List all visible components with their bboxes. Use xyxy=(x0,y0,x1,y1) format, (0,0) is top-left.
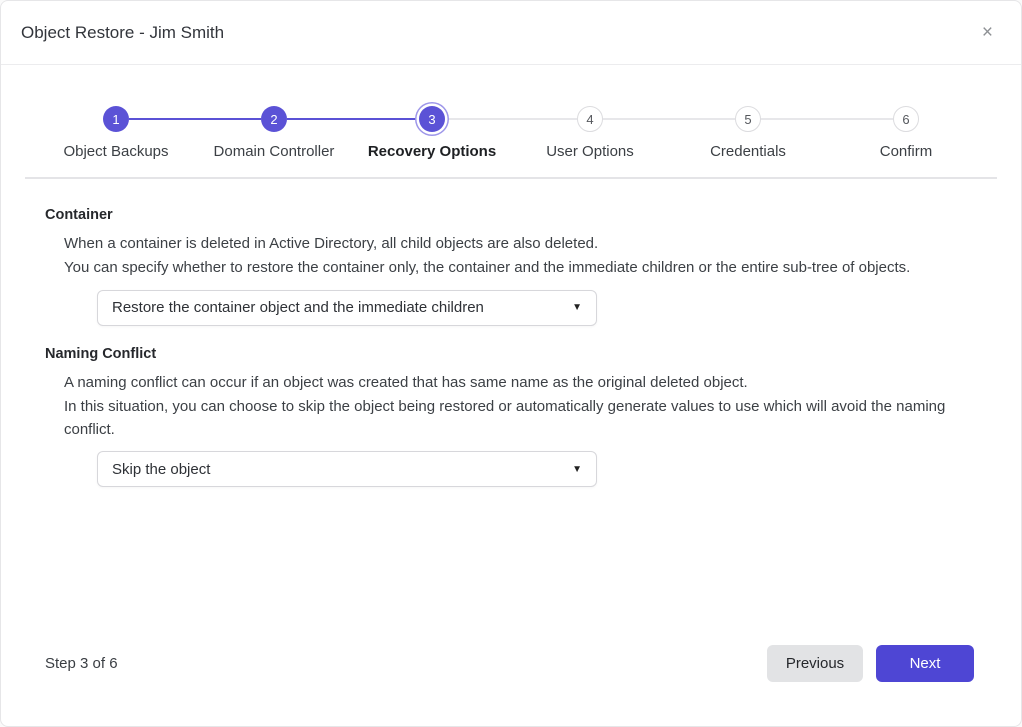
caret-down-icon: ▼ xyxy=(572,302,582,313)
step-circle-2[interactable]: 2 xyxy=(261,106,287,132)
step-label-2: Domain Controller xyxy=(214,143,335,160)
step-domain-controller: 2 Domain Controller xyxy=(195,106,353,160)
container-mode-dropdown[interactable]: Restore the container object and the imm… xyxy=(97,290,597,326)
step-label-4: User Options xyxy=(546,143,634,160)
object-restore-dialog: Object Restore - Jim Smith × 1 Object Ba… xyxy=(0,0,1022,727)
dialog-footer: Step 3 of 6 Previous Next xyxy=(1,645,1021,726)
container-section: Container When a container is deleted in… xyxy=(45,207,977,326)
step-connector xyxy=(603,118,669,120)
step-connector xyxy=(129,118,195,120)
step-recovery-options: 3 Recovery Options xyxy=(353,106,511,160)
step-connector xyxy=(669,118,735,120)
container-mode-value: Restore the container object and the imm… xyxy=(112,299,484,316)
step-user-options: 4 User Options xyxy=(511,106,669,160)
step-credentials: 5 Credentials xyxy=(669,106,827,160)
step-connector xyxy=(761,118,827,120)
container-heading: Container xyxy=(45,207,977,223)
naming-conflict-heading: Naming Conflict xyxy=(45,346,977,362)
step-circle-1[interactable]: 1 xyxy=(103,106,129,132)
dialog-title: Object Restore - Jim Smith xyxy=(21,23,224,43)
naming-conflict-description-line: In this situation, you can choose to ski… xyxy=(45,395,977,442)
step-circle-3[interactable]: 3 xyxy=(419,106,445,132)
step-circle-6[interactable]: 6 xyxy=(893,106,919,132)
step-connector xyxy=(827,118,893,120)
step-label-6: Confirm xyxy=(880,143,933,160)
container-description-line: You can specify whether to restore the c… xyxy=(45,256,977,279)
wizard-stepper: 1 Object Backups 2 Domain Controller 3 R… xyxy=(37,106,985,160)
previous-button[interactable]: Previous xyxy=(767,645,863,682)
step-connector xyxy=(511,118,577,120)
caret-down-icon: ▼ xyxy=(572,464,582,475)
naming-conflict-section: Naming Conflict A naming conflict can oc… xyxy=(45,346,977,488)
wizard-content: Container When a container is deleted in… xyxy=(1,179,1021,645)
step-circle-5[interactable]: 5 xyxy=(735,106,761,132)
close-icon[interactable]: × xyxy=(974,19,1001,46)
dialog-header: Object Restore - Jim Smith × xyxy=(1,1,1021,65)
naming-conflict-dropdown[interactable]: Skip the object ▼ xyxy=(97,451,597,487)
step-label-1: Object Backups xyxy=(63,143,168,160)
step-circle-4[interactable]: 4 xyxy=(577,106,603,132)
step-indicator: Step 3 of 6 xyxy=(45,655,118,672)
naming-conflict-description-line: A naming conflict can occur if an object… xyxy=(45,371,977,394)
step-connector xyxy=(353,118,419,120)
footer-buttons: Previous Next xyxy=(767,645,974,682)
container-description-line: When a container is deleted in Active Di… xyxy=(45,232,977,255)
naming-conflict-value: Skip the object xyxy=(112,461,210,478)
step-connector xyxy=(445,118,511,120)
step-label-5: Credentials xyxy=(710,143,786,160)
step-object-backups: 1 Object Backups xyxy=(37,106,195,160)
step-connector xyxy=(195,118,261,120)
step-connector xyxy=(287,118,353,120)
step-label-3: Recovery Options xyxy=(368,143,496,160)
step-confirm: 6 Confirm xyxy=(827,106,985,160)
next-button[interactable]: Next xyxy=(876,645,974,682)
